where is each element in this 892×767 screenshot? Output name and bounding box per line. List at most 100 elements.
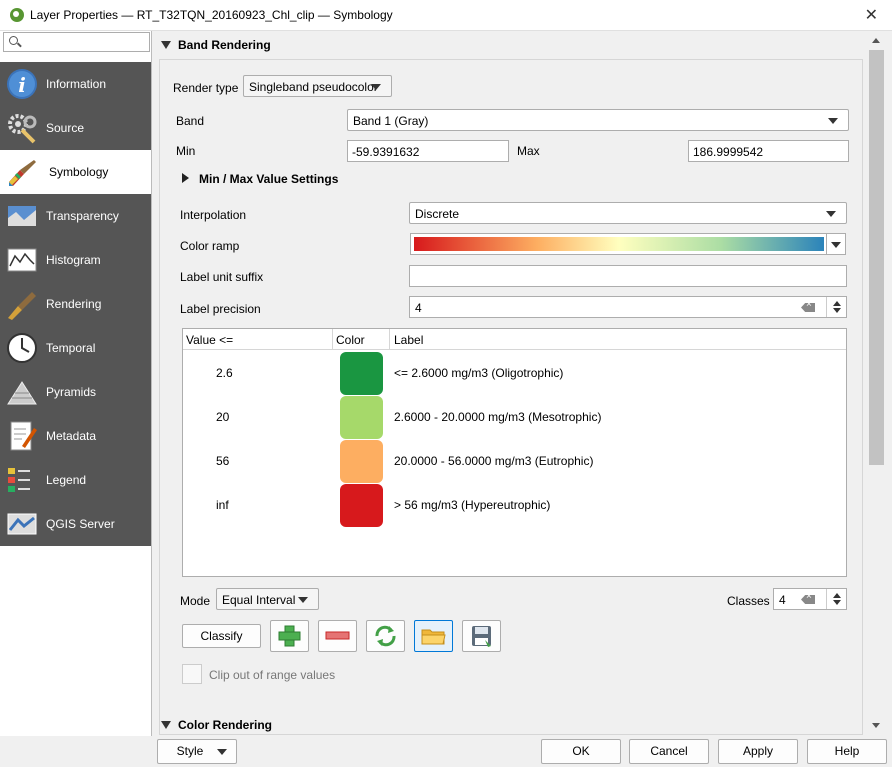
- color-swatch[interactable]: [340, 352, 383, 395]
- style-menu-button[interactable]: Style: [157, 739, 237, 764]
- sidebar-item-pyramids[interactable]: Pyramids: [0, 370, 151, 414]
- svg-text:i: i: [18, 73, 26, 97]
- sidebar: i Information Source Symbology Transpare…: [0, 31, 152, 736]
- render-type-value: Singleband pseudocolor: [249, 80, 378, 94]
- sidebar-item-label: Pyramids: [46, 385, 97, 399]
- row-label[interactable]: <= 2.6000 mg/m3 (Oligotrophic): [394, 366, 563, 380]
- sidebar-item-label: Histogram: [46, 253, 101, 267]
- color-ramp-preview: [414, 237, 824, 251]
- mode-select[interactable]: Equal Interval: [216, 588, 319, 610]
- sidebar-item-label: Legend: [46, 473, 87, 487]
- sidebar-item-legend[interactable]: Legend: [0, 458, 151, 502]
- mode-value: Equal Interval: [222, 593, 296, 607]
- search-input[interactable]: [3, 32, 150, 52]
- invert-order-button[interactable]: [366, 620, 405, 652]
- section-title: Band Rendering: [178, 38, 271, 52]
- render-type-select[interactable]: Singleband pseudocolor: [243, 75, 392, 97]
- arrow-up-icon: [833, 593, 841, 598]
- chevron-down-icon: [826, 211, 836, 217]
- row-value[interactable]: inf: [216, 498, 229, 512]
- vertical-scrollbar[interactable]: [867, 31, 886, 736]
- label-unit-suffix-input[interactable]: [409, 265, 847, 287]
- clip-out-of-range-checkbox[interactable]: [182, 664, 202, 684]
- sidebar-item-symbology[interactable]: Symbology: [0, 150, 151, 194]
- color-swatch[interactable]: [340, 440, 383, 483]
- color-rendering-header[interactable]: Color Rendering: [157, 714, 863, 736]
- row-label[interactable]: 20.0000 - 56.0000 mg/m3 (Eutrophic): [394, 454, 593, 468]
- table-row[interactable]: 2.6 <= 2.6000 mg/m3 (Oligotrophic): [183, 351, 846, 395]
- color-ramp-button[interactable]: [410, 233, 844, 255]
- remove-class-button[interactable]: [318, 620, 357, 652]
- load-classes-button[interactable]: [414, 620, 453, 652]
- scroll-down-icon[interactable]: [872, 723, 880, 728]
- row-label[interactable]: > 56 mg/m3 (Hypereutrophic): [394, 498, 550, 512]
- interpolation-value: Discrete: [415, 207, 460, 221]
- min-input[interactable]: -59.9391632: [347, 140, 509, 162]
- max-label: Max: [517, 144, 540, 158]
- color-ramp-dropdown[interactable]: [826, 233, 846, 255]
- sidebar-item-source[interactable]: Source: [0, 106, 151, 150]
- add-class-button[interactable]: [270, 620, 309, 652]
- table-row[interactable]: 20 2.6000 - 20.0000 mg/m3 (Mesotrophic): [183, 395, 846, 439]
- sidebar-item-transparency[interactable]: Transparency: [0, 194, 151, 238]
- row-value[interactable]: 56: [216, 454, 229, 468]
- min-label: Min: [176, 144, 196, 158]
- expand-triangle-icon[interactable]: [182, 173, 189, 183]
- row-value[interactable]: 2.6: [216, 366, 233, 380]
- row-label[interactable]: 2.6000 - 20.0000 mg/m3 (Mesotrophic): [394, 410, 601, 424]
- sidebar-item-histogram[interactable]: Histogram: [0, 238, 151, 282]
- transparency-icon: [8, 206, 36, 226]
- apply-button[interactable]: Apply: [718, 739, 798, 764]
- scroll-up-icon[interactable]: [872, 38, 880, 43]
- histogram-icon: [7, 248, 37, 272]
- band-rendering-header[interactable]: Band Rendering: [157, 34, 863, 56]
- legend-icon: [8, 468, 30, 492]
- collapse-triangle-icon: [161, 721, 171, 729]
- sidebar-item-metadata[interactable]: Metadata: [0, 414, 151, 458]
- spin-buttons[interactable]: [826, 297, 846, 317]
- label-precision-spinbox[interactable]: 4: [409, 296, 847, 318]
- sidebar-item-qgis-server[interactable]: QGIS Server: [0, 502, 151, 546]
- clip-out-of-range-label: Clip out of range values: [209, 668, 336, 682]
- clear-icon[interactable]: [801, 595, 815, 604]
- ok-button[interactable]: OK: [541, 739, 621, 764]
- sidebar-item-label: Information: [46, 77, 107, 91]
- help-button[interactable]: Help: [807, 739, 887, 764]
- color-swatch[interactable]: [340, 484, 383, 527]
- column-header-value[interactable]: Value <=: [186, 333, 233, 347]
- band-select[interactable]: Band 1 (Gray): [347, 109, 849, 131]
- close-icon[interactable]: ✕: [865, 5, 878, 25]
- spin-buttons[interactable]: [826, 589, 846, 609]
- cancel-button[interactable]: Cancel: [629, 739, 709, 764]
- classes-label: Classes: [727, 594, 770, 608]
- classify-button[interactable]: Classify: [182, 624, 261, 648]
- save-classes-button[interactable]: [462, 620, 501, 652]
- label-precision-label: Label precision: [180, 302, 261, 316]
- search-icon: [9, 36, 18, 45]
- pyramids-icon: [7, 381, 37, 405]
- source-icon: [8, 114, 37, 144]
- table-header: Value <= Color Label: [183, 329, 846, 350]
- column-header-color[interactable]: Color: [336, 333, 365, 347]
- table-row[interactable]: 56 20.0000 - 56.0000 mg/m3 (Eutrophic): [183, 439, 846, 483]
- sidebar-item-rendering[interactable]: Rendering: [0, 282, 151, 326]
- rendering-icon: [8, 292, 36, 320]
- scrollbar-thumb[interactable]: [869, 50, 884, 465]
- minmax-settings-toggle[interactable]: Min / Max Value Settings: [199, 172, 338, 186]
- column-divider: [332, 329, 333, 350]
- classes-spinbox[interactable]: 4: [773, 588, 847, 610]
- sidebar-item-label: Symbology: [49, 165, 109, 179]
- clear-icon[interactable]: [801, 303, 815, 312]
- interpolation-select[interactable]: Discrete: [409, 202, 847, 224]
- color-ramp-label: Color ramp: [180, 239, 240, 253]
- folder-icon: [421, 629, 446, 645]
- column-header-label[interactable]: Label: [394, 333, 423, 347]
- properties-scroll-area: Band Rendering Render type Singleband ps…: [157, 31, 886, 736]
- color-swatch[interactable]: [340, 396, 383, 439]
- chevron-down-icon: [831, 242, 841, 248]
- sidebar-item-temporal[interactable]: Temporal: [0, 326, 151, 370]
- table-row[interactable]: inf > 56 mg/m3 (Hypereutrophic): [183, 483, 846, 527]
- max-input[interactable]: 186.9999542: [688, 140, 849, 162]
- sidebar-item-information[interactable]: i Information: [0, 62, 151, 106]
- row-value[interactable]: 20: [216, 410, 229, 424]
